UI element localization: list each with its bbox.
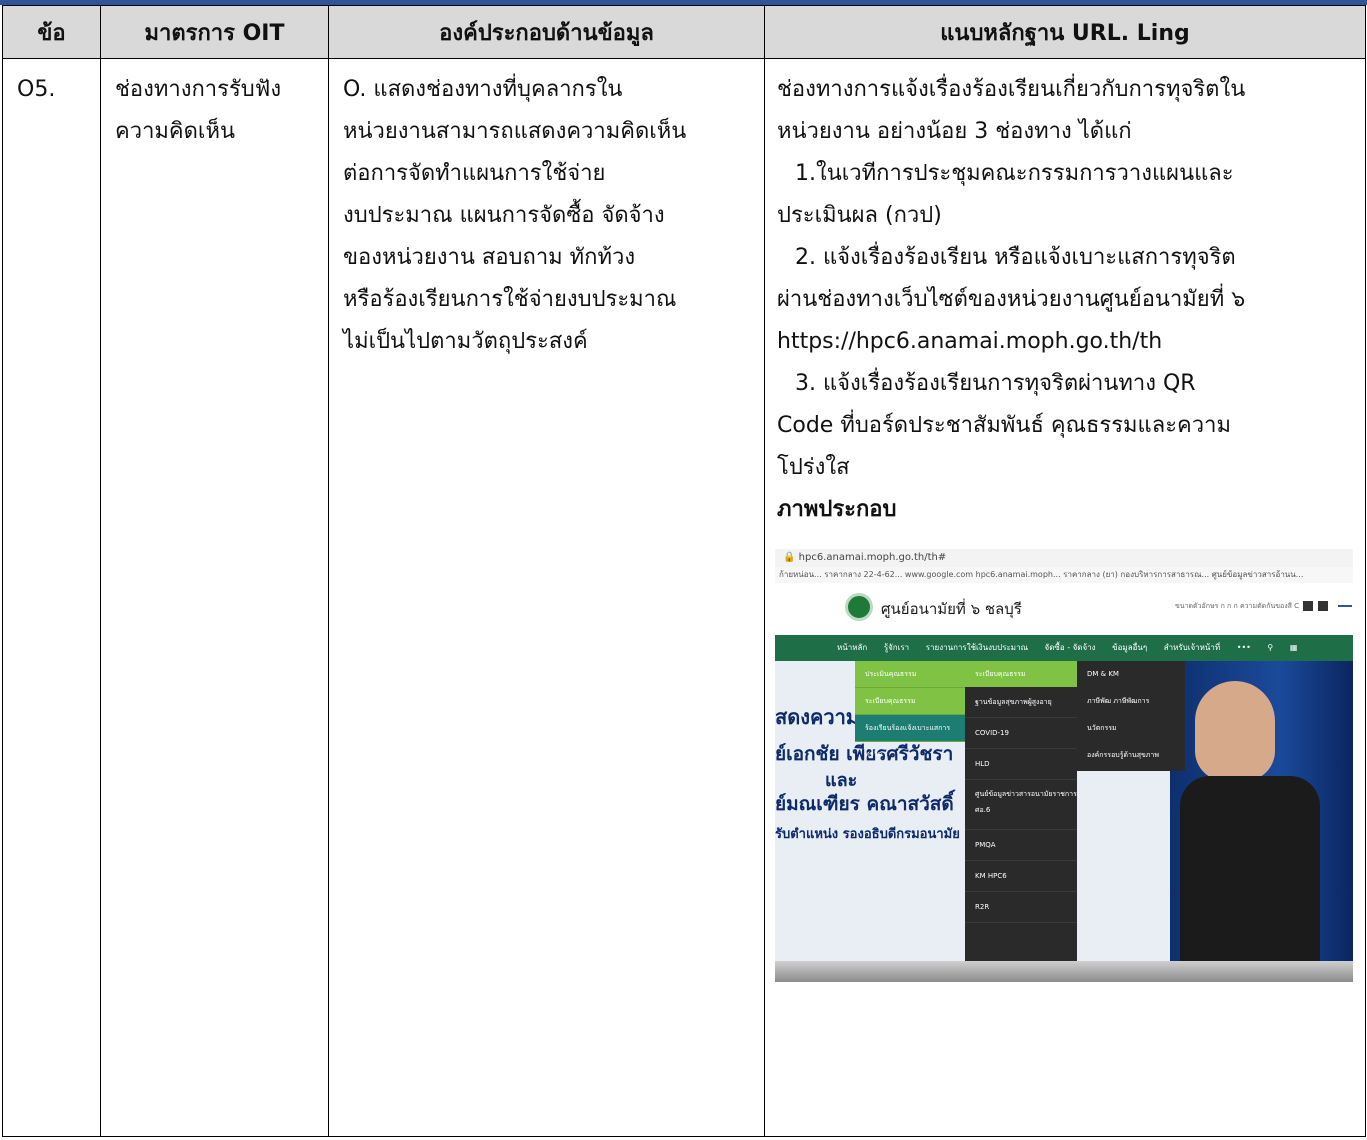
component-line: หน่วยงานสามารถแสดงความคิดเห็น [343, 119, 687, 144]
menu-item: ฐานข้อมูลสุขภาพผู้สูงอายุ [965, 687, 1077, 718]
menu-item: PMQA [965, 830, 1077, 861]
hero-bottom-strip [775, 961, 1353, 982]
nav-item: หน้าหลัก [837, 643, 868, 652]
menu-item-active: ระเบียบคุณธรรม [965, 661, 1077, 687]
evidence-line: ประเมินผล (กวป) [777, 203, 942, 228]
sitemap-icon: ▦ [1289, 643, 1298, 652]
website-screenshot: 🔒 hpc6.anamai.moph.go.th/th# ก้ายหน่อน..… [775, 549, 1353, 982]
evidence-line: ช่องทางการแจ้งเรื่องร้องเรียนเกี่ยวกับกา… [777, 77, 1246, 102]
header-tools-text: ขนาดตัวอักษร ก ก ก ความตัดกันของสี C [1175, 602, 1300, 610]
dropdown-menu-level1: ประเมินคุณธรรม ระเบียบคุณธรรม ร้องเรียนร… [855, 661, 965, 758]
search-icon: ⚲ [1267, 643, 1274, 652]
menu-item: ภาษีพัฒ ภาษีพัฒการ [1087, 697, 1150, 705]
item-number: O5. [17, 77, 56, 102]
evidence-line: ผ่านช่องทางเว็บไซต์ของหน่วยงานศูนย์อนามั… [777, 287, 1246, 312]
cell-evidence: ช่องทางการแจ้งเรื่องร้องเรียนเกี่ยวกับกา… [764, 58, 1366, 1137]
header-tools: ขนาดตัวอักษร ก ก ก ความตัดกันของสี C [1175, 601, 1352, 612]
nav-item: ••• [1236, 643, 1251, 652]
evidence-line: Code ที่บอร์ดประชาสัมพันธ์ คุณธรรมและควา… [777, 413, 1231, 438]
measure-line: ความคิดเห็น [115, 119, 235, 144]
hero-text: รับตำแหน่ง รองอธิบดีกรมอนามัย [775, 827, 960, 842]
menu-item: HLD [965, 749, 1077, 780]
evidence-line: หน่วยงาน อย่างน้อย 3 ช่องทาง ได้แก่ [777, 119, 1132, 144]
figure-heading: ภาพประกอบ [777, 497, 897, 522]
header-number: ข้อ [2, 5, 101, 59]
contrast-icon [1317, 601, 1328, 611]
component-line: งบประมาณ แผนการจัดซื้อ จัดจ้าง [343, 203, 665, 228]
hero-person [1195, 681, 1275, 781]
header-measure: มาตรการ OIT [100, 5, 329, 59]
evidence-line: 1.ในเวทีการประชุมคณะกรรมการวางแผนและ [795, 161, 1234, 186]
nav-item: รู้จักเรา [883, 643, 910, 652]
menu-item: ศูนย์ข้อมูลข่าวสารอนามัยราชการ ศอ.6 [965, 780, 1077, 830]
component-line: ของหน่วยงาน สอบถาม ทักท้วง [343, 245, 636, 270]
cell-measure: ช่องทางการรับฟัง ความคิดเห็น [100, 58, 329, 1137]
menu-item: นวัตกรรม [1087, 724, 1117, 732]
bookmarks-bar: ก้ายหน่อน... ราคากลาง 22-4-62... www.goo… [775, 567, 1353, 583]
cell-component: O. แสดงช่องทางที่บุคลากรใน หน่วยงานสามาร… [328, 58, 765, 1137]
menu-item: DM & KM [1087, 670, 1119, 678]
evidence-url-link[interactable]: https://hpc6.anamai.moph.go.th/th [777, 321, 1355, 363]
table-row: O5. ช่องทางการรับฟัง ความคิดเห็น O. แสดง… [2, 58, 1366, 1137]
evidence-line: โปร่งใส [777, 455, 850, 480]
dropdown-menu-level3: DM & KM ภาษีพัฒ ภาษีพัฒการ นวัตกรรม องค์… [1077, 661, 1185, 771]
cell-number: O5. [2, 58, 101, 1137]
hero-text: ย์มณเฑียร คณาสวัสดิ์ [775, 793, 954, 815]
component-line: O. แสดงช่องทางที่บุคลากรใน [343, 77, 623, 102]
measure-line: ช่องทางการรับฟัง [115, 77, 282, 102]
browser-url: hpc6.anamai.moph.go.th/th# [798, 552, 947, 563]
menu-item: ระเบียบคุณธรรม [855, 688, 965, 715]
menu-item: ประเมินคุณธรรม [855, 661, 965, 688]
nav-item: จัดซื้อ - จัดจ้าง [1044, 643, 1096, 652]
dropdown-menu-level2: ระเบียบคุณธรรม ฐานข้อมูลสุขภาพผู้สูงอายุ… [965, 661, 1077, 961]
menu-item: KM HPC6 [965, 861, 1077, 892]
menu-icon [1337, 605, 1352, 607]
menu-item: ร้องเรียนร้องแจ้งเบาะแสการทุจริต [855, 715, 965, 758]
nav-item: ข้อมูลอื่นๆ [1112, 643, 1148, 652]
site-name: ศูนย์อนามัยที่ ๖ ชลบุรี [881, 600, 1022, 618]
header-row: ข้อ มาตรการ OIT องค์ประกอบด้านข้อมูล แนบ… [2, 5, 1366, 59]
header-evidence: แนบหลักฐาน URL. Ling [764, 5, 1366, 59]
browser-url-bar: 🔒 hpc6.anamai.moph.go.th/th# [775, 549, 1353, 567]
component-line: หรือร้องเรียนการใช้จ่ายงบประมาณ [343, 287, 677, 312]
site-nav: หน้าหลัก รู้จักเรา รายงานการใช้เงินงบประ… [775, 635, 1353, 661]
header-component: องค์ประกอบด้านข้อมูล [328, 5, 765, 59]
component-line: ต่อการจัดทำแผนการใช้จ่าย [343, 161, 606, 186]
site-header: ศูนย์อนามัยที่ ๖ ชลบุรี ขนาดตัวอักษร ก ก… [775, 583, 1353, 635]
oit-table: ข้อ มาตรการ OIT องค์ประกอบด้านข้อมูล แนบ… [2, 5, 1366, 1137]
site-logo [845, 593, 873, 621]
nav-item: รายงานการใช้เงินงบประมาณ [925, 643, 1028, 652]
menu-item: COVID-19 [965, 718, 1077, 749]
component-line: ไม่เป็นไปตามวัตถุประสงค์ [343, 329, 588, 354]
evidence-line: 2. แจ้งเรื่องร้องเรียน หรือแจ้งเบาะแสการ… [795, 245, 1236, 270]
hero-person-suit [1180, 776, 1320, 976]
contrast-icon [1303, 601, 1314, 611]
nav-item: สำหรับเจ้าหน้าที่ [1163, 643, 1221, 652]
evidence-line: 3. แจ้งเรื่องร้องเรียนการทุจริตผ่านทาง Q… [795, 371, 1196, 396]
menu-item: R2R [965, 892, 1077, 923]
menu-item: องค์กรรอบรู้ด้านสุขภาพ [1087, 751, 1159, 759]
